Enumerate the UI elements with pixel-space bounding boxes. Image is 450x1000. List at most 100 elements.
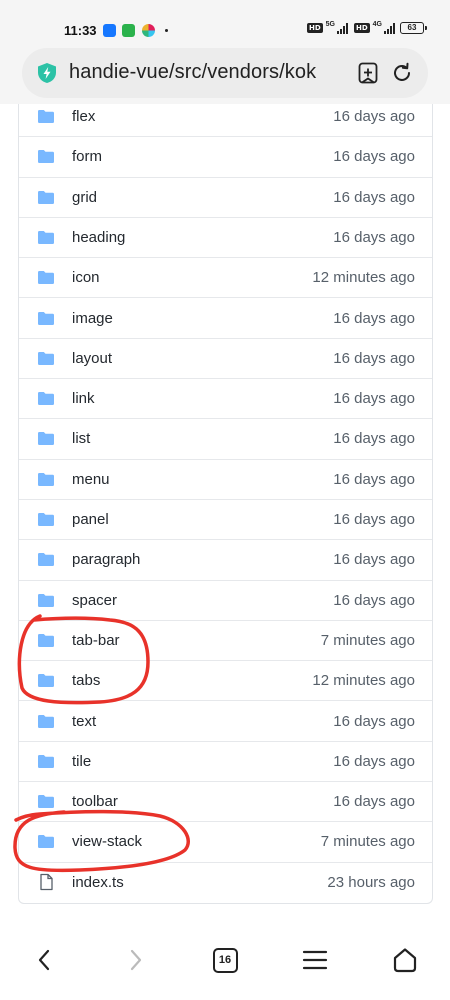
url-text[interactable]: handie-vue/src/vendors/kok <box>69 61 354 84</box>
folder-icon <box>38 311 54 325</box>
file-name[interactable]: menu <box>72 471 110 488</box>
file-name[interactable]: index.ts <box>72 874 124 891</box>
folder-icon <box>38 633 54 647</box>
folder-icon <box>38 714 54 728</box>
file-date: 16 days ago <box>333 349 415 367</box>
folder-icon <box>38 835 54 849</box>
folder-icon <box>38 230 54 244</box>
file-name[interactable]: heading <box>72 229 125 246</box>
file-row[interactable]: text 16 days ago <box>19 702 432 742</box>
zhihu-app-icon <box>103 24 116 37</box>
signal-icon <box>336 22 348 34</box>
battery-icon: 63 <box>400 22 427 34</box>
file-date: 16 days ago <box>333 793 415 811</box>
folder-icon <box>38 190 54 204</box>
file-name[interactable]: grid <box>72 189 97 206</box>
file-name[interactable]: list <box>72 430 90 447</box>
folder-icon <box>38 271 54 285</box>
file-row[interactable]: layout 16 days ago <box>19 339 432 380</box>
file-name[interactable]: spacer <box>72 592 117 609</box>
add-bookmark-icon[interactable] <box>356 61 380 85</box>
file-name[interactable]: tile <box>72 753 91 770</box>
file-date: 16 days ago <box>333 309 415 327</box>
shield-app-icon <box>122 24 135 37</box>
home-button[interactable] <box>385 940 425 980</box>
file-date: 16 days ago <box>333 511 415 528</box>
file-row[interactable]: flex 16 days ago <box>19 97 432 138</box>
file-date: 23 hours ago <box>327 873 415 891</box>
refresh-icon[interactable] <box>390 61 414 85</box>
file-row[interactable]: panel 16 days ago <box>19 500 432 541</box>
file-date: 16 days ago <box>333 108 415 125</box>
tabs-button[interactable]: 16 <box>205 940 245 980</box>
file-name[interactable]: flex <box>72 108 95 125</box>
file-row[interactable]: paragraph 16 days ago <box>19 540 432 581</box>
folder-icon <box>38 593 54 607</box>
file-name[interactable]: image <box>72 310 113 327</box>
file-date: 16 days ago <box>333 551 415 569</box>
file-row[interactable]: link 16 days ago <box>19 379 432 420</box>
address-bar[interactable]: handie-vue/src/vendors/kok <box>22 48 428 98</box>
file-row[interactable]: tile 16 days ago <box>19 742 432 783</box>
file-date: 16 days ago <box>333 712 415 730</box>
file-row[interactable]: form 16 days ago <box>19 137 432 178</box>
back-button[interactable] <box>25 940 65 980</box>
file-date: 16 days ago <box>333 188 415 206</box>
file-date: 7 minutes ago <box>320 833 415 851</box>
chevron-right-icon <box>130 949 142 971</box>
file-date: 16 days ago <box>333 228 415 246</box>
file-row[interactable]: image 16 days ago <box>19 299 432 339</box>
notification-dot-icon <box>165 29 168 32</box>
menu-button[interactable] <box>295 940 335 980</box>
file-name[interactable]: link <box>72 390 95 407</box>
shield-bolt-icon[interactable] <box>36 62 58 84</box>
file-date: 7 minutes ago <box>320 631 415 649</box>
file-row[interactable]: view-stack 7 minutes ago <box>19 822 432 863</box>
file-row[interactable]: icon 12 minutes ago <box>19 258 432 299</box>
file-name[interactable]: toolbar <box>72 793 118 810</box>
folder-icon <box>38 392 54 406</box>
file-row[interactable]: tab-bar 7 minutes ago <box>19 621 432 662</box>
slack-app-icon <box>142 24 155 37</box>
file-list: flex 16 days ago form 16 days ago grid 16 day… <box>18 104 433 904</box>
file-date: 16 days ago <box>333 430 415 448</box>
file-row[interactable]: index.ts 23 hours ago <box>19 863 432 903</box>
network-label: 5G <box>325 20 335 28</box>
file-date: 12 minutes ago <box>312 672 415 690</box>
file-row[interactable]: spacer 16 days ago <box>19 581 432 621</box>
file-name[interactable]: icon <box>72 269 100 286</box>
network-label: 4G <box>372 20 382 28</box>
file-name[interactable]: paragraph <box>72 551 140 568</box>
file-date: 16 days ago <box>333 470 415 488</box>
file-name[interactable]: tabs <box>72 672 100 689</box>
file-row[interactable]: grid 16 days ago <box>19 178 432 218</box>
file-name[interactable]: view-stack <box>72 833 142 850</box>
file-date: 12 minutes ago <box>312 269 415 287</box>
file-date: 16 days ago <box>333 148 415 166</box>
folder-icon <box>38 110 54 123</box>
folder-icon <box>38 754 54 768</box>
file-icon <box>40 873 53 890</box>
file-date: 16 days ago <box>333 591 415 609</box>
bottom-navigation: 16 <box>0 920 450 1000</box>
file-name[interactable]: tab-bar <box>72 632 120 649</box>
file-row[interactable]: tabs 12 minutes ago <box>19 661 432 702</box>
folder-icon <box>38 150 54 164</box>
file-row[interactable]: menu 16 days ago <box>19 460 432 500</box>
folder-icon <box>38 432 54 446</box>
file-name[interactable]: panel <box>72 511 109 528</box>
file-row[interactable]: heading 16 days ago <box>19 218 432 259</box>
file-row[interactable]: toolbar 16 days ago <box>19 782 432 823</box>
file-name[interactable]: layout <box>72 350 112 367</box>
folder-icon <box>38 351 54 365</box>
file-row[interactable]: list 16 days ago <box>19 419 432 460</box>
file-name[interactable]: text <box>72 713 96 730</box>
home-icon <box>393 948 417 973</box>
file-name[interactable]: form <box>72 148 102 165</box>
forward-button[interactable] <box>115 940 155 980</box>
status-bar: 11:33 HD 5G HD 4G 63 <box>0 0 450 40</box>
signal-icon <box>384 22 395 34</box>
tab-count: 16 <box>212 947 238 973</box>
folder-icon <box>38 795 54 809</box>
chevron-left-icon <box>38 949 50 971</box>
